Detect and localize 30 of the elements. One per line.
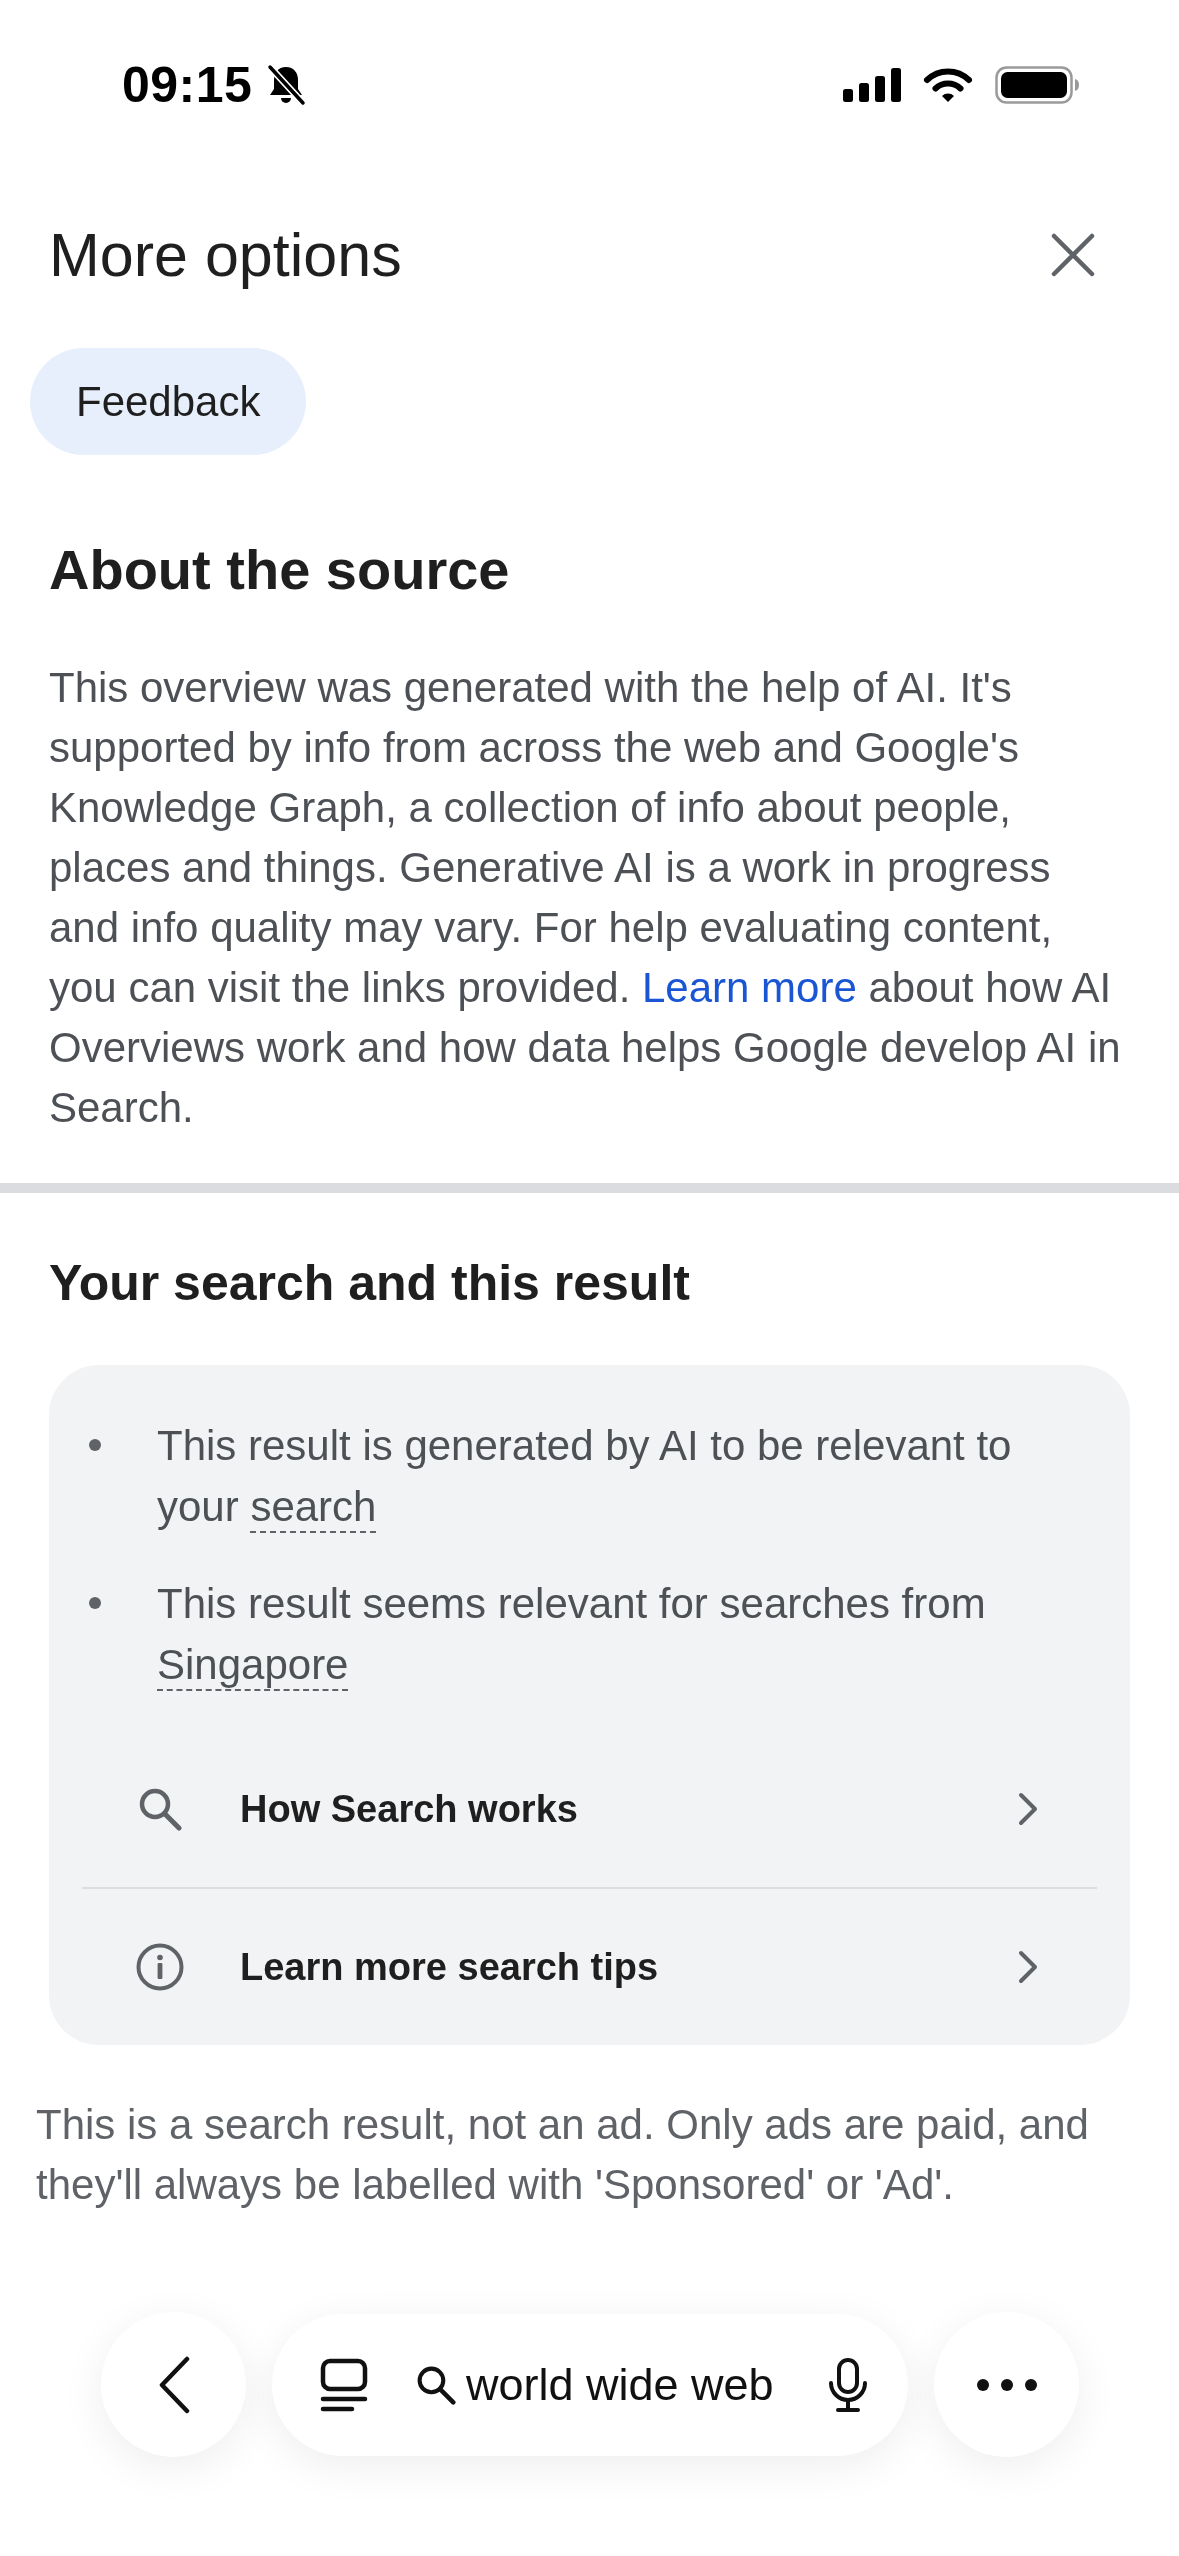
card-lines-icon[interactable] <box>320 2357 368 2412</box>
chevron-right-icon <box>1017 1792 1039 1826</box>
section-heading: About the source <box>49 537 510 603</box>
search-icon <box>138 1787 182 1831</box>
sheet-title: More options <box>49 220 402 290</box>
section-heading: Your search and this result <box>49 1254 690 1313</box>
learn-more-link[interactable]: Learn more <box>641 964 857 1011</box>
info-icon <box>136 1943 184 1991</box>
search-bar[interactable]: world wide web <box>272 2313 908 2456</box>
link-row[interactable]: How Search works <box>82 1731 1097 1887</box>
about-paragraph: This overview was generated with the help of AI. It's supported by info from across the web and Google's Knowledge Graph, a collection of info about people, places and things. Generative AI is a work in progress and info quality may vary. For help evaluating content, you can visit the links provided. Learn more about how AI Overviews work and how data helps Google develop AI in Search. <box>49 663 1122 1133</box>
disclaimer-text: This is a search result, not an ad. Only ads are paid, and they'll always be labelled with 'Sponsored' or 'Ad'. <box>36 2100 1090 2210</box>
mic-icon[interactable] <box>828 2356 868 2413</box>
status-time: 09:15 <box>122 56 253 114</box>
feedback-button[interactable]: Feedback <box>30 348 307 455</box>
search-query[interactable]: world wide web <box>466 2358 774 2411</box>
chevron-right-icon <box>1017 1950 1039 1984</box>
term-link[interactable]: search <box>250 1483 377 1530</box>
bullet-icon <box>89 1439 101 1451</box>
bullet-icon <box>89 1597 101 1609</box>
signal-icon <box>843 68 901 102</box>
battery-icon <box>995 66 1079 104</box>
close-icon[interactable] <box>1051 233 1095 277</box>
more-icon <box>975 2377 1038 2392</box>
bullet-text: This result seems relevant for searches from Singapore <box>157 1579 987 1690</box>
link-row[interactable]: Learn more search tips <box>82 1889 1097 2045</box>
wifi-icon <box>923 67 973 103</box>
search-icon <box>416 2364 456 2405</box>
bullet-text: This result is generated by AI to be relevant to your search <box>157 1421 1013 1532</box>
term-link[interactable]: Singapore <box>157 1641 349 1688</box>
